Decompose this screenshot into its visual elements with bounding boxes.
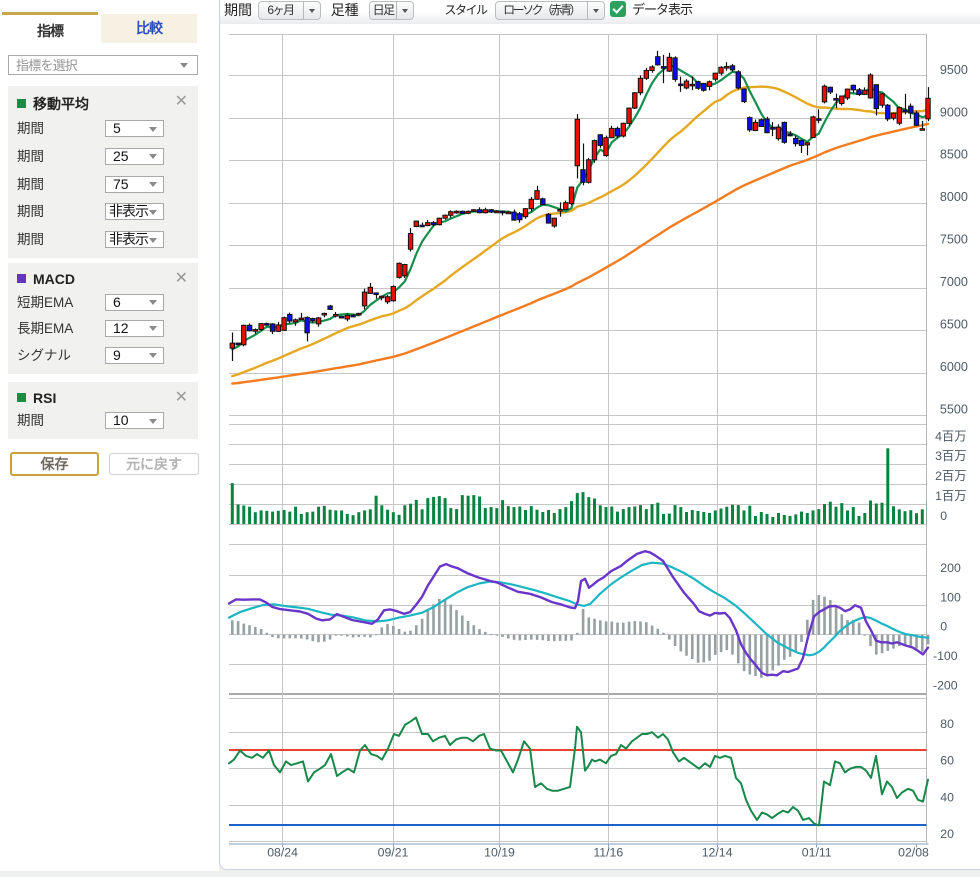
svg-text:5500: 5500 <box>940 402 968 416</box>
svg-text:1百万: 1百万 <box>935 489 966 503</box>
svg-text:7000: 7000 <box>940 275 968 289</box>
svg-text:8000: 8000 <box>940 190 968 204</box>
svg-text:3百万: 3百万 <box>935 449 966 463</box>
svg-text:0: 0 <box>940 620 947 634</box>
svg-text:9500: 9500 <box>940 63 968 77</box>
svg-text:8500: 8500 <box>940 148 968 162</box>
svg-text:20: 20 <box>940 827 954 841</box>
svg-text:-200: -200 <box>933 679 958 693</box>
svg-text:-100: -100 <box>933 649 958 663</box>
svg-text:200: 200 <box>940 561 961 575</box>
svg-text:60: 60 <box>940 754 954 768</box>
svg-text:12/14: 12/14 <box>702 846 733 860</box>
svg-text:2百万: 2百万 <box>935 469 966 483</box>
svg-text:01/11: 01/11 <box>802 846 832 860</box>
svg-text:80: 80 <box>940 717 954 731</box>
svg-text:7500: 7500 <box>940 233 968 247</box>
svg-text:11/16: 11/16 <box>593 846 623 860</box>
svg-text:02/08: 02/08 <box>898 846 929 860</box>
svg-text:100: 100 <box>940 590 961 604</box>
svg-text:09/21: 09/21 <box>378 846 409 860</box>
svg-text:10/19: 10/19 <box>484 846 515 860</box>
svg-text:6500: 6500 <box>940 318 968 332</box>
svg-text:40: 40 <box>940 790 954 804</box>
svg-text:0: 0 <box>940 509 947 523</box>
svg-text:9000: 9000 <box>940 105 968 119</box>
svg-text:6000: 6000 <box>940 360 968 374</box>
svg-text:08/24: 08/24 <box>267 846 298 860</box>
svg-text:4百万: 4百万 <box>935 429 966 443</box>
